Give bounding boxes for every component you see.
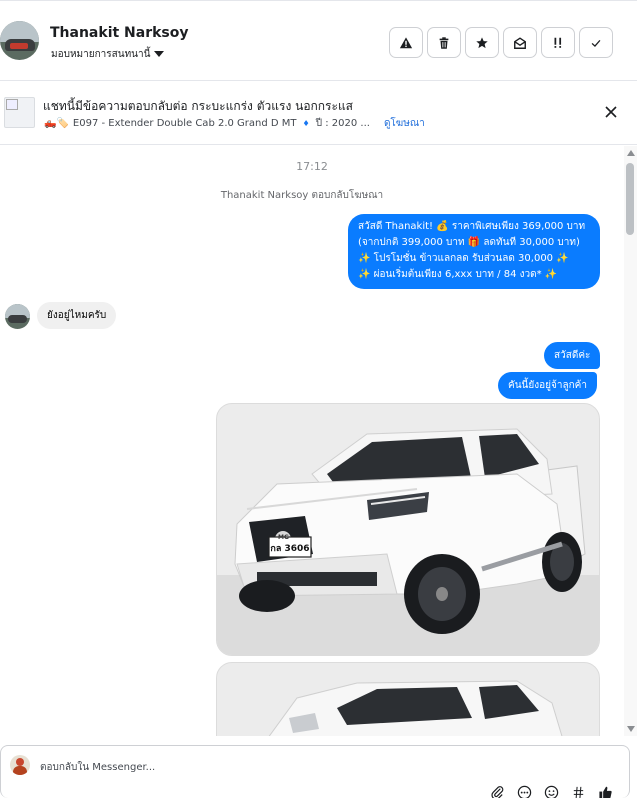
truck-illustration [234, 428, 586, 634]
thread-scrollbar[interactable] [624, 146, 637, 736]
sender-avatar[interactable] [5, 304, 30, 329]
close-icon[interactable] [604, 105, 618, 119]
ad-context-details: 🛻🏷️ E097 - Extender Double Cab 2.0 Grand… [44, 116, 425, 131]
scroll-down-arrow-icon[interactable] [627, 726, 635, 732]
message-composer [0, 745, 630, 798]
outgoing-message-bubble[interactable]: คันนี้ยังอยู่จ้าลูกค้า [498, 372, 597, 399]
checkmark-icon [591, 39, 601, 47]
ad-model: E097 - Extender Double Cab 2.0 Grand D M… [72, 118, 297, 129]
delete-button[interactable] [427, 27, 461, 58]
envelope-open-icon [514, 36, 526, 49]
emoji-icon[interactable] [543, 784, 559, 798]
promo-line: สวัสดี Thanakit! 💰 ราคาพิเศษเพียง 369,00… [358, 221, 586, 232]
grille-badge: MG [278, 534, 289, 541]
truck-emoji-icon: 🛻🏷️ [44, 118, 69, 129]
warning-icon [399, 36, 413, 48]
ad-context-bar: แชทนี้มีข้อความตอบกลับต่อ กระบะแกร่ง ตัว… [0, 82, 637, 145]
promo-message-bubble[interactable]: สวัสดี Thanakit! 💰 ราคาพิเศษเพียง 369,00… [348, 214, 600, 289]
star-icon [476, 36, 488, 48]
attachment-icon[interactable] [489, 784, 505, 798]
assign-label: มอบหมายการสนทนานี้ [51, 49, 151, 60]
mark-spam-button[interactable] [389, 27, 423, 58]
timestamp-separator: 17:12 [296, 160, 328, 173]
assign-conversation-dropdown[interactable]: มอบหมายการสนทนานี้ [51, 47, 165, 62]
truck-photo[interactable] [216, 662, 600, 736]
promo-line: ✨ ผ่อนเริ่มต้นเพียง 6,xxx บาท / 84 งวด* … [358, 269, 558, 280]
truck-photo[interactable]: กล 3606 MG [216, 403, 600, 656]
ad-thumbnail[interactable] [4, 97, 35, 128]
incoming-message-bubble[interactable]: ยังอยู่ไหมครับ [37, 302, 117, 329]
promo-line: (จากปกติ 399,000 บาท 🎁 ลดทันที 30,000 บา… [358, 237, 580, 248]
scroll-up-arrow-icon[interactable] [627, 150, 635, 156]
scroll-thumb[interactable] [626, 163, 634, 235]
conversation-header: Thanakit Narksoy มอบหมายการสนทนานี้ [0, 0, 637, 81]
hashtag-icon[interactable] [570, 784, 586, 798]
star-button[interactable] [465, 27, 499, 58]
promo-line: ✨ โปรโมชั่น ข้าวแลกลด รับส่วนลด 30,000 ✨ [358, 253, 569, 264]
diamond-separator: ♦ [302, 119, 310, 128]
mark-done-button[interactable] [579, 27, 613, 58]
license-plate: กล 3606 [270, 544, 310, 554]
contact-avatar[interactable] [0, 21, 39, 60]
outgoing-message-bubble[interactable]: สวัสดีค่ะ [544, 342, 601, 369]
view-ad-link[interactable]: ดูโฆษณา [384, 116, 425, 131]
ad-reply-note: Thanakit Narksoy ตอบกลับโฆษณา [220, 190, 384, 201]
page-avatar [10, 755, 30, 775]
truck-illustration [268, 680, 563, 736]
reply-input[interactable] [40, 759, 440, 775]
caret-down-icon [154, 50, 165, 57]
thumbs-up-icon[interactable] [597, 784, 613, 798]
trash-icon [439, 36, 449, 49]
more-options-icon[interactable] [516, 784, 532, 798]
conversation-actions [389, 27, 613, 58]
mark-unread-button[interactable] [503, 27, 537, 58]
composer-toolbar [489, 784, 613, 798]
follow-up-icon [554, 37, 562, 48]
message-thread[interactable]: 17:12 Thanakit Narksoy ตอบกลับโฆษณา สวัส… [0, 146, 624, 736]
contact-name[interactable]: Thanakit Narksoy [50, 25, 189, 41]
ad-context-title: แชทนี้มีข้อความตอบกลับต่อ กระบะแกร่ง ตัว… [43, 99, 354, 113]
ad-year: ปี : 2020 ... [315, 118, 370, 129]
follow-up-button[interactable] [541, 27, 575, 58]
